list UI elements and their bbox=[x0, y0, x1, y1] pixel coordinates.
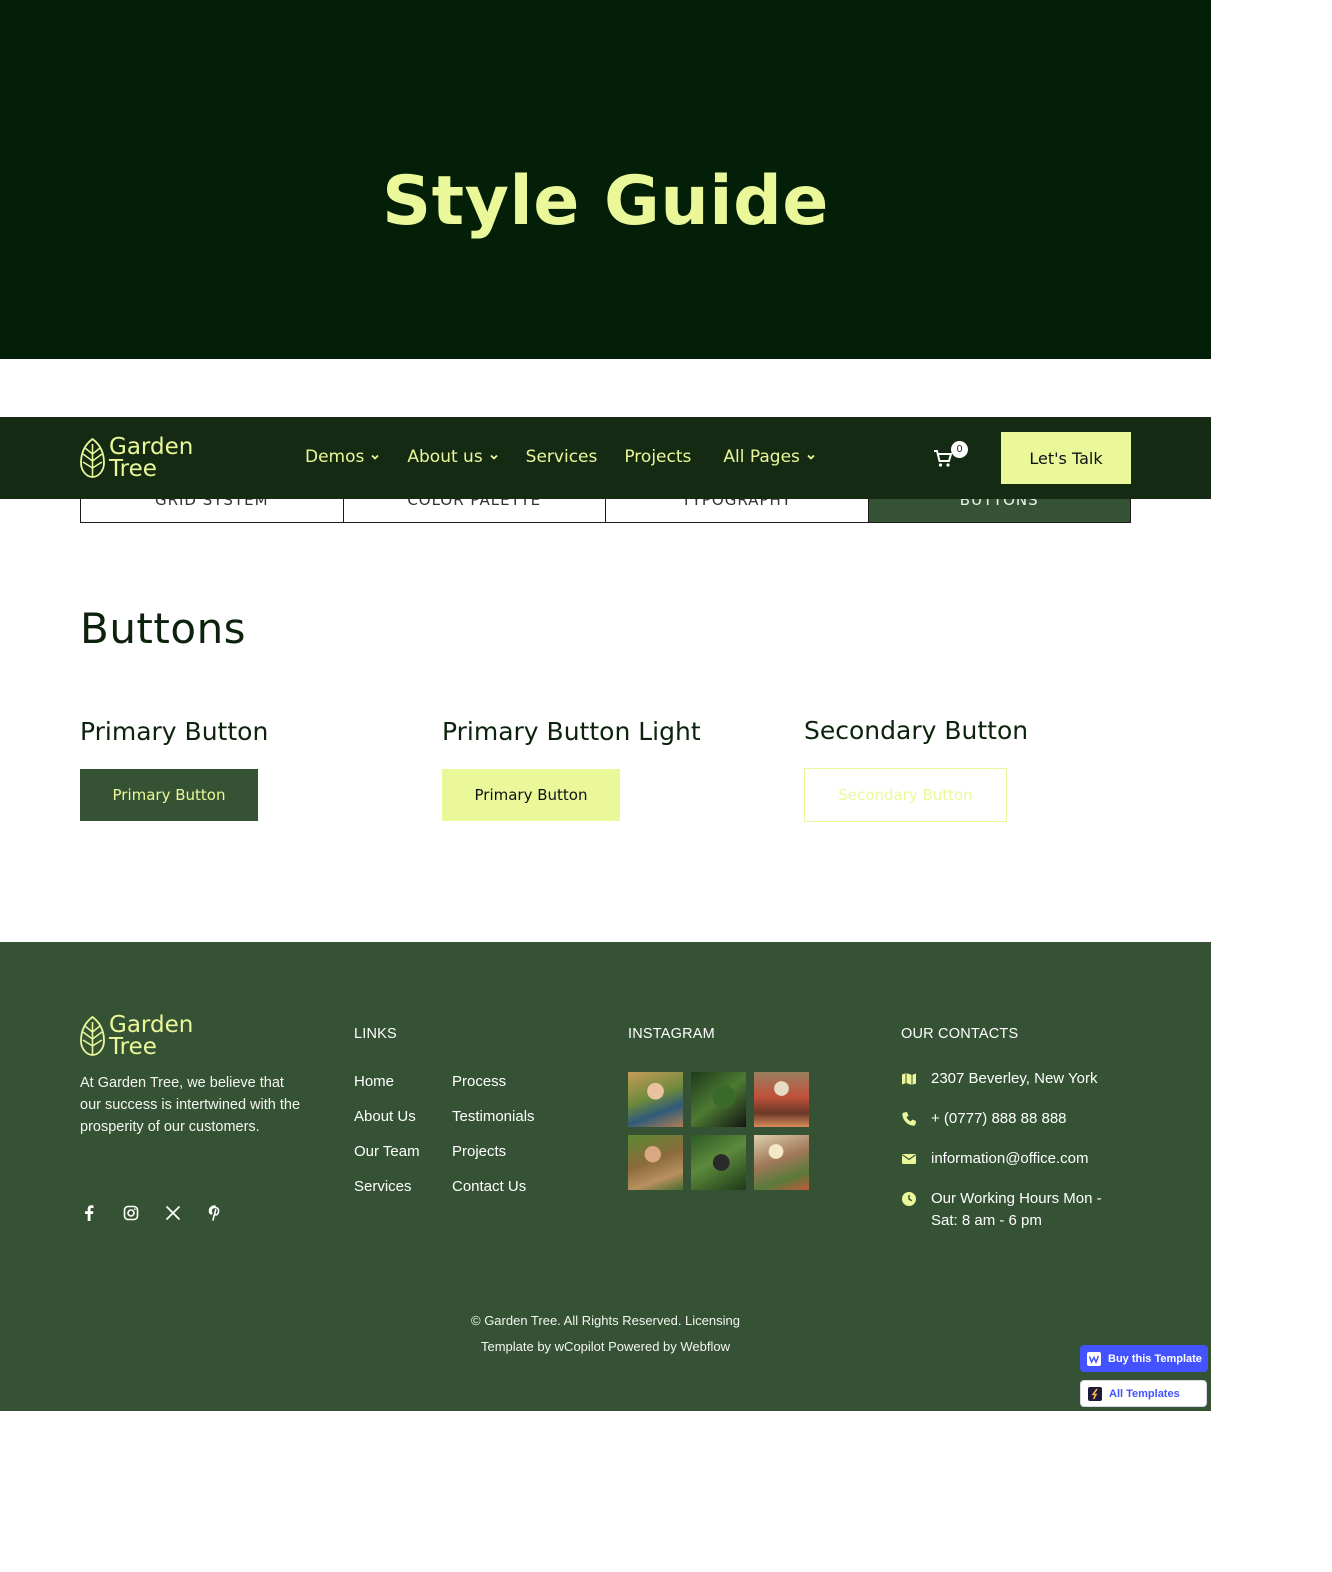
nav-link-about-us[interactable]: About us bbox=[407, 447, 498, 467]
primary-light-button[interactable]: Primary Button bbox=[442, 769, 620, 821]
contact-hours: Our Working Hours Mon - Sat: 8 am - 6 pm bbox=[901, 1188, 1131, 1232]
logo-line2: Tree bbox=[109, 1034, 157, 1060]
logo-line2: Tree bbox=[109, 456, 157, 482]
instagram-gallery bbox=[628, 1072, 809, 1190]
contact-phone-text: + (0777) 888 88 888 bbox=[931, 1110, 1067, 1127]
nav-link-services[interactable]: Services bbox=[526, 447, 598, 467]
social-links bbox=[80, 1204, 224, 1222]
nav-link-demos[interactable]: Demos bbox=[305, 447, 380, 467]
navbar-logo[interactable]: Garden Tree bbox=[80, 434, 194, 482]
nav-links: Demos About us Services Projects All Pag… bbox=[305, 447, 843, 467]
footer-about-text: At Garden Tree, we believe that our succ… bbox=[80, 1075, 301, 1135]
links-title: LINKS bbox=[354, 1026, 397, 1042]
footer-link-our-team[interactable]: Our Team bbox=[354, 1142, 452, 1161]
x-twitter-icon[interactable] bbox=[164, 1204, 182, 1222]
secondary-button[interactable]: Secondary Button bbox=[804, 768, 1007, 822]
pinterest-icon[interactable] bbox=[206, 1204, 224, 1222]
nav-link-projects[interactable]: Projects bbox=[624, 447, 691, 467]
nav-link-label: Services bbox=[525, 447, 598, 467]
instagram-photo[interactable] bbox=[628, 1072, 683, 1127]
instagram-title: INSTAGRAM bbox=[628, 1026, 715, 1042]
footer-contacts: 2307 Beverley, New York + (0777) 888 88 … bbox=[901, 1068, 1131, 1250]
contact-email-text: information@office.com bbox=[931, 1150, 1089, 1167]
footer-link-home[interactable]: Home bbox=[354, 1072, 452, 1091]
nav-link-all-pages[interactable]: All Pages bbox=[723, 447, 816, 467]
templates-icon bbox=[1088, 1386, 1102, 1401]
primary-button-column: Primary Button Primary Button bbox=[80, 717, 268, 821]
primary-light-button-heading: Primary Button Light bbox=[442, 717, 701, 746]
buy-template-label: Buy this Template bbox=[1108, 1352, 1202, 1365]
all-templates-button[interactable]: All Templates bbox=[1080, 1380, 1207, 1407]
copyright: © Garden Tree. All Rights Reserved. Lice… bbox=[0, 1308, 1211, 1360]
instagram-photo[interactable] bbox=[691, 1135, 746, 1190]
footer-link-contact-us[interactable]: Contact Us bbox=[452, 1177, 572, 1196]
footer-link-process[interactable]: Process bbox=[452, 1072, 572, 1091]
logo-line1: Garden bbox=[109, 434, 194, 460]
nav-link-label: About us bbox=[407, 447, 483, 467]
footer-links: Home Process About Us Testimonials Our T… bbox=[354, 1072, 572, 1196]
leaf-logo-icon bbox=[80, 1016, 105, 1056]
cart-count-badge: 0 bbox=[951, 441, 968, 458]
logo-line1: Garden bbox=[109, 1012, 194, 1038]
page-title: Style Guide bbox=[382, 162, 829, 241]
nav-link-label: Demos bbox=[305, 447, 365, 467]
contact-address: 2307 Beverley, New York bbox=[901, 1068, 1131, 1090]
facebook-icon[interactable] bbox=[80, 1204, 98, 1222]
primary-button[interactable]: Primary Button bbox=[80, 769, 258, 821]
envelope-icon bbox=[902, 1154, 916, 1164]
phone-icon bbox=[902, 1112, 916, 1126]
secondary-button-heading: Secondary Button bbox=[804, 716, 1029, 745]
instagram-photo[interactable] bbox=[628, 1135, 683, 1190]
footer-logo[interactable]: Garden Tree bbox=[80, 1012, 194, 1060]
footer-link-about-us[interactable]: About Us bbox=[354, 1107, 452, 1126]
map-icon bbox=[902, 1073, 916, 1085]
leaf-logo-icon bbox=[80, 438, 105, 478]
instagram-photo[interactable] bbox=[754, 1135, 809, 1190]
clock-icon bbox=[902, 1192, 916, 1206]
navbar: Garden Tree Demos About us Services Proj… bbox=[0, 417, 1211, 499]
chevron-down-icon bbox=[807, 454, 815, 460]
instagram-photo[interactable] bbox=[754, 1072, 809, 1127]
contacts-title: OUR CONTACTS bbox=[901, 1026, 1019, 1042]
hero-section: Style Guide bbox=[0, 0, 1211, 359]
contact-phone[interactable]: + (0777) 888 88 888 bbox=[901, 1108, 1131, 1130]
chevron-down-icon bbox=[490, 454, 498, 460]
copyright-line1: © Garden Tree. All Rights Reserved. Lice… bbox=[471, 1313, 740, 1328]
chevron-down-icon bbox=[371, 454, 380, 460]
all-templates-label: All Templates bbox=[1109, 1387, 1180, 1400]
contact-address-text: 2307 Beverley, New York bbox=[931, 1070, 1098, 1087]
primary-light-button-column: Primary Button Light Primary Button bbox=[442, 717, 701, 821]
footer-link-projects[interactable]: Projects bbox=[452, 1142, 572, 1161]
copyright-line2: Template by wCopilot Powered by Webflow bbox=[480, 1339, 731, 1354]
footer-link-services[interactable]: Services bbox=[354, 1177, 452, 1196]
nav-link-label: Projects bbox=[624, 447, 692, 467]
lets-talk-button[interactable]: Let's Talk bbox=[1001, 432, 1131, 484]
footer-link-testimonials[interactable]: Testimonials bbox=[452, 1107, 572, 1126]
instagram-photo[interactable] bbox=[691, 1072, 746, 1127]
instagram-icon[interactable] bbox=[122, 1204, 140, 1222]
secondary-button-column: Secondary Button Secondary Button bbox=[804, 716, 1028, 822]
buttons-section-title: Buttons bbox=[80, 604, 247, 653]
contact-hours-text: Our Working Hours Mon - Sat: 8 am - 6 pm bbox=[931, 1190, 1102, 1229]
contact-email[interactable]: information@office.com bbox=[901, 1148, 1131, 1170]
webflow-icon bbox=[1087, 1351, 1101, 1366]
primary-button-heading: Primary Button bbox=[80, 717, 269, 746]
nav-link-label: All Pages bbox=[723, 447, 800, 467]
buy-template-button[interactable]: Buy this Template bbox=[1080, 1345, 1208, 1372]
footer: Garden Tree At Garden Tree, we believe t… bbox=[0, 942, 1211, 1411]
